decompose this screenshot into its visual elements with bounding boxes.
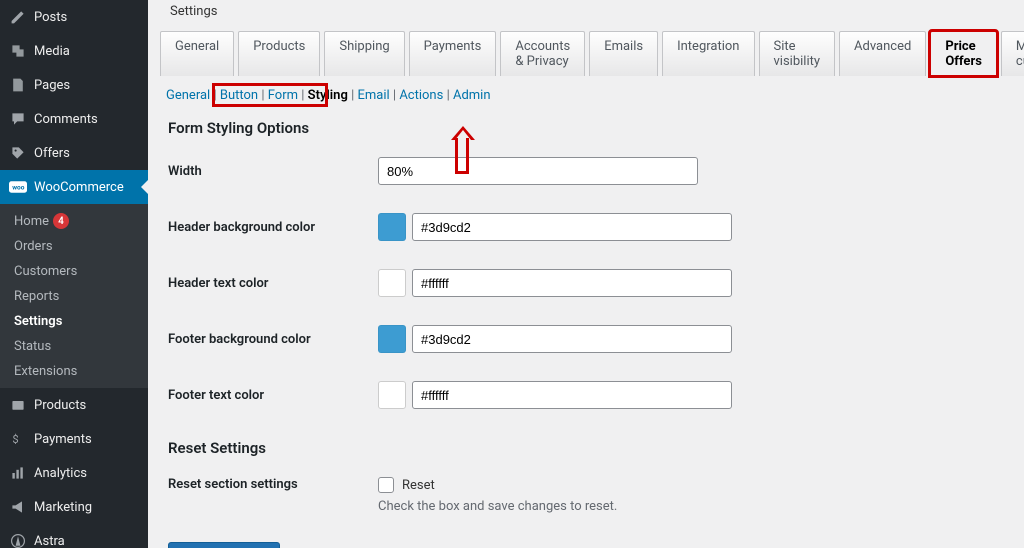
tab-price-offers[interactable]: Price Offers xyxy=(930,31,997,76)
sidebar-item-pages[interactable]: Pages xyxy=(0,68,148,102)
sidebar-item-comments[interactable]: Comments xyxy=(0,102,148,136)
tab-site-visibility[interactable]: Site visibility xyxy=(759,31,836,76)
input-header-text[interactable] xyxy=(412,269,732,297)
label-header-text: Header text color xyxy=(168,276,378,291)
submenu-extensions[interactable]: Extensions xyxy=(0,359,148,384)
sidebar-item-label: Posts xyxy=(34,10,67,25)
submenu-home[interactable]: Home 4 xyxy=(0,208,148,234)
admin-sidebar: Posts Media Pages Comments Offers woo Wo… xyxy=(0,0,148,548)
astra-icon xyxy=(8,531,28,548)
swatch-footer-text[interactable] xyxy=(378,381,406,409)
sidebar-item-label: Offers xyxy=(34,146,70,161)
home-badge: 4 xyxy=(53,213,69,229)
tab-accounts-privacy[interactable]: Accounts & Privacy xyxy=(500,31,585,76)
label-reset-section: Reset section settings xyxy=(168,477,378,492)
sidebar-item-label: Analytics xyxy=(34,466,87,481)
subtab-styling[interactable]: Styling xyxy=(308,88,348,103)
subtab-actions[interactable]: Actions xyxy=(399,88,443,103)
input-footer-text[interactable] xyxy=(412,381,732,409)
row-footer-text: Footer text color xyxy=(168,367,1004,423)
submenu-status[interactable]: Status xyxy=(0,334,148,359)
form-styling-table: Width Header background color Header tex… xyxy=(148,143,1024,423)
tab-payments[interactable]: Payments xyxy=(409,31,497,76)
comment-icon xyxy=(8,109,28,129)
tab-emails[interactable]: Emails xyxy=(589,31,658,76)
input-footer-bg[interactable] xyxy=(412,325,732,353)
submenu-label: Home xyxy=(14,214,49,229)
sidebar-item-label: Payments xyxy=(34,432,92,447)
page-heading: Settings xyxy=(148,0,1024,31)
submenu-orders[interactable]: Orders xyxy=(0,234,148,259)
sidebar-item-label: Pages xyxy=(34,78,70,93)
tab-shipping[interactable]: Shipping xyxy=(324,31,404,76)
sidebar-item-posts[interactable]: Posts xyxy=(0,0,148,34)
row-footer-bg: Footer background color xyxy=(168,311,1004,367)
row-reset: Reset section settings Reset Check the b… xyxy=(168,463,1004,528)
tab-multi-currency[interactable]: Multi-currency xyxy=(1001,31,1024,76)
row-width: Width xyxy=(168,143,1004,199)
swatch-header-text[interactable] xyxy=(378,269,406,297)
label-width: Width xyxy=(168,164,378,179)
subtab-general[interactable]: General xyxy=(166,88,210,103)
page-icon xyxy=(8,75,28,95)
sidebar-item-label: Marketing xyxy=(34,500,92,515)
checkbox-reset[interactable] xyxy=(378,477,394,493)
sidebar-item-label: Media xyxy=(34,44,70,59)
sidebar-item-analytics[interactable]: Analytics xyxy=(0,456,148,490)
submenu-customers[interactable]: Customers xyxy=(0,259,148,284)
label-footer-text: Footer text color xyxy=(168,388,378,403)
save-changes-button[interactable]: Save changes xyxy=(168,542,280,548)
svg-text:woo: woo xyxy=(12,183,24,191)
settings-tabs: General Products Shipping Payments Accou… xyxy=(160,31,1012,76)
subtab-form[interactable]: Form xyxy=(268,88,298,103)
subtab-admin[interactable]: Admin xyxy=(453,88,491,103)
input-width[interactable] xyxy=(378,157,698,185)
media-icon xyxy=(8,41,28,61)
megaphone-icon xyxy=(8,497,28,517)
row-header-text: Header text color xyxy=(168,255,1004,311)
section-reset: Reset Settings xyxy=(148,423,1024,463)
reset-controls: Reset Check the box and save changes to … xyxy=(378,477,617,514)
woo-icon: woo xyxy=(8,177,28,197)
product-icon xyxy=(8,395,28,415)
payment-icon: $ xyxy=(8,429,28,449)
section-form-styling: Form Styling Options xyxy=(148,103,1024,143)
sub-tabs: General | Button | Form | Styling | Emai… xyxy=(148,76,1024,103)
input-header-bg[interactable] xyxy=(412,213,732,241)
checkbox-reset-label: Reset xyxy=(402,478,435,493)
sidebar-item-marketing[interactable]: Marketing xyxy=(0,490,148,524)
submenu-reports[interactable]: Reports xyxy=(0,284,148,309)
sidebar-item-label: Products xyxy=(34,398,86,413)
subtab-email[interactable]: Email xyxy=(357,88,389,103)
reset-table: Reset section settings Reset Check the b… xyxy=(148,463,1024,528)
pin-icon xyxy=(8,7,28,27)
row-header-bg: Header background color xyxy=(168,199,1004,255)
sidebar-item-media[interactable]: Media xyxy=(0,34,148,68)
sidebar-item-payments[interactable]: $ Payments xyxy=(0,422,148,456)
offer-icon xyxy=(8,143,28,163)
page-title: Settings xyxy=(170,4,217,19)
subtab-button[interactable]: Button xyxy=(220,88,258,103)
swatch-footer-bg[interactable] xyxy=(378,325,406,353)
swatch-header-bg[interactable] xyxy=(378,213,406,241)
label-footer-bg: Footer background color xyxy=(168,332,378,347)
tab-integration[interactable]: Integration xyxy=(662,31,754,76)
reset-description: Check the box and save changes to reset. xyxy=(378,493,617,514)
main-content: Settings General Products Shipping Payme… xyxy=(148,0,1024,548)
sidebar-item-label: Comments xyxy=(34,112,98,127)
tab-general[interactable]: General xyxy=(160,31,234,76)
svg-text:$: $ xyxy=(12,433,18,446)
sidebar-item-offers[interactable]: Offers xyxy=(0,136,148,170)
sidebar-item-label: Astra xyxy=(34,534,65,548)
sidebar-item-label: WooCommerce xyxy=(34,180,124,195)
tab-advanced[interactable]: Advanced xyxy=(839,31,926,76)
submenu-settings[interactable]: Settings xyxy=(0,309,148,334)
sidebar-item-products[interactable]: Products xyxy=(0,388,148,422)
sidebar-item-astra[interactable]: Astra xyxy=(0,524,148,548)
label-header-bg: Header background color xyxy=(168,220,378,235)
sidebar-item-woocommerce[interactable]: woo WooCommerce xyxy=(0,170,148,204)
tab-products[interactable]: Products xyxy=(238,31,320,76)
woo-submenu: Home 4 Orders Customers Reports Settings… xyxy=(0,204,148,388)
analytics-icon xyxy=(8,463,28,483)
